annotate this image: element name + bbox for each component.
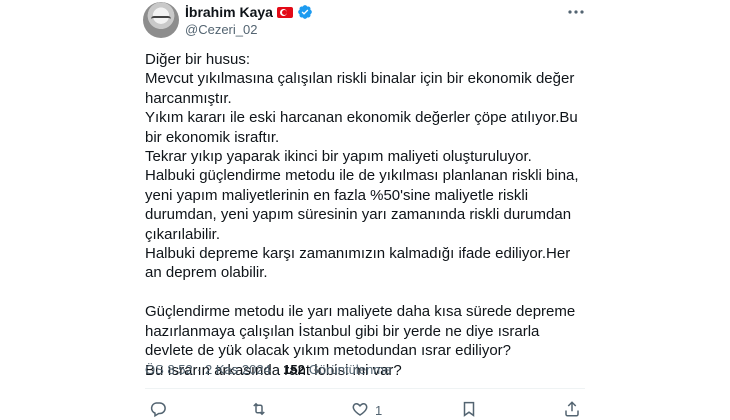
views-count: 152	[283, 362, 305, 377]
like-icon	[351, 400, 369, 420]
author-name-row: İbrahim Kaya	[185, 4, 313, 20]
bookmark-button[interactable]	[460, 400, 478, 420]
share-icon	[563, 400, 581, 420]
author-display-name[interactable]: İbrahim Kaya	[185, 4, 273, 20]
views-label: Görüntülenme	[308, 362, 392, 377]
more-options-icon[interactable]	[566, 4, 586, 20]
action-bar: 1	[145, 400, 585, 420]
tweet-date[interactable]: 2 Kas 2024	[205, 362, 271, 377]
tweet-card: İbrahim Kaya @Cezeri_02 Diğer bir husus:…	[0, 0, 730, 420]
author-handle[interactable]: @Cezeri_02	[185, 22, 257, 37]
turkey-flag-icon	[276, 6, 293, 18]
tweet-meta: ÖS 8:52 · 2 Kas 2024 · 152 Görüntülenme	[145, 362, 391, 377]
avatar[interactable]	[143, 2, 179, 38]
like-count: 1	[375, 403, 383, 418]
like-button[interactable]: 1	[351, 400, 382, 420]
retweet-button[interactable]	[250, 400, 268, 420]
reply-icon	[149, 400, 167, 420]
divider	[145, 388, 585, 389]
tweet-text: Diğer bir husus: Mevcut yıkılmasına çalı…	[145, 51, 579, 379]
reply-button[interactable]	[149, 400, 167, 420]
meta-separator: ·	[274, 362, 280, 377]
bookmark-icon	[460, 400, 478, 420]
share-button[interactable]	[563, 400, 581, 420]
retweet-icon	[250, 400, 268, 420]
tweet-time[interactable]: ÖS 8:52	[145, 362, 193, 377]
verified-badge-icon[interactable]	[297, 4, 313, 20]
meta-separator: ·	[196, 362, 202, 377]
